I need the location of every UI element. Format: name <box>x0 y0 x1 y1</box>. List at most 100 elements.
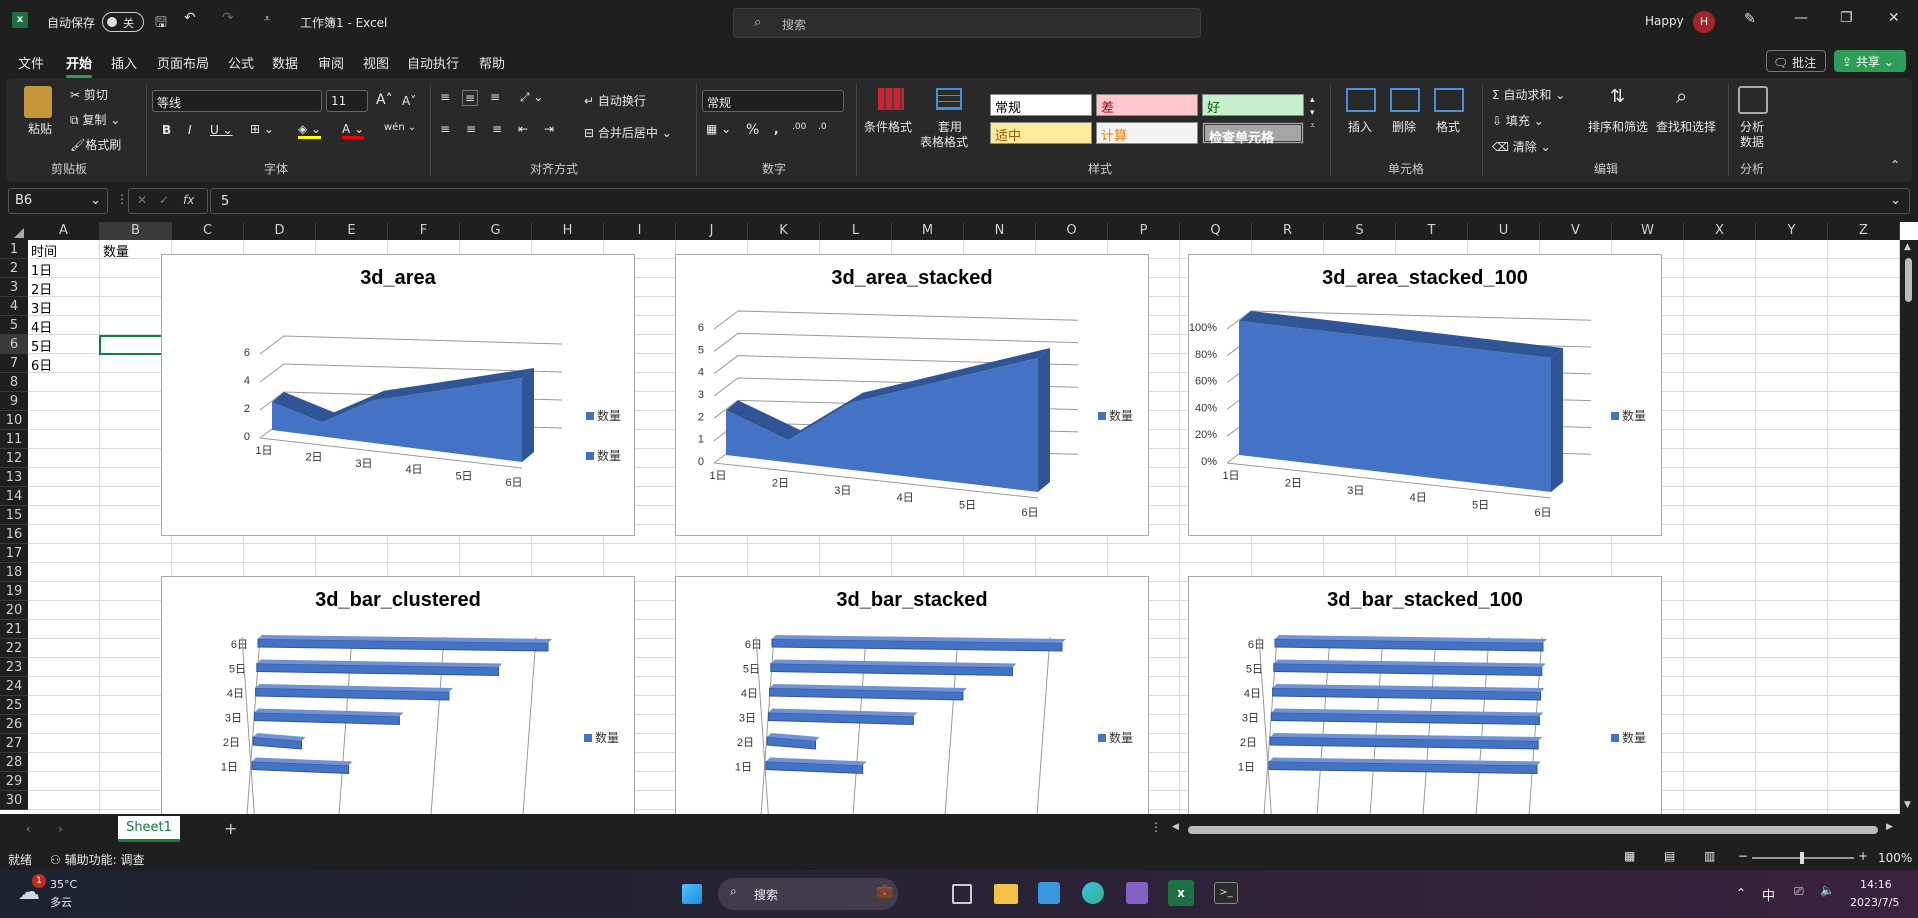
increase-decimal-icon[interactable]: .00 <box>792 122 806 132</box>
cell-A6[interactable]: 5日 <box>31 336 52 355</box>
prev-sheet-icon[interactable]: ‹ <box>26 822 31 836</box>
column-header[interactable]: N <box>964 222 1036 240</box>
menu-review[interactable]: 审阅 <box>318 53 344 72</box>
column-header[interactable]: G <box>460 222 532 240</box>
align-middle-icon[interactable]: ≡ <box>462 90 479 106</box>
share-button[interactable]: ⇪ 共享 ⌄ <box>1834 50 1906 72</box>
column-header[interactable]: F <box>388 222 460 240</box>
increase-indent-icon[interactable]: ⇥ <box>544 122 554 136</box>
zoom-slider[interactable] <box>1752 852 1854 864</box>
style-normal[interactable]: 常规 <box>990 94 1092 116</box>
analyze-data-icon[interactable] <box>1738 86 1768 114</box>
row-header[interactable]: 25 <box>0 696 28 715</box>
decrease-decimal-icon[interactable]: .0 <box>818 122 827 132</box>
row-header[interactable]: 10 <box>0 411 28 430</box>
cell-A4[interactable]: 3日 <box>31 298 52 317</box>
cell-B1[interactable]: 数量 <box>103 241 129 260</box>
row-header[interactable]: 7 <box>0 354 28 373</box>
column-header[interactable]: P <box>1108 222 1180 240</box>
accessibility-status[interactable]: ⚇ 辅助功能: 调查 <box>50 851 144 868</box>
fill-color-icon[interactable]: ◈ ⌄ <box>298 122 322 139</box>
menu-formulas[interactable]: 公式 <box>228 53 254 72</box>
select-all-corner[interactable] <box>0 222 28 240</box>
paste-button[interactable]: 粘贴 <box>28 120 52 137</box>
column-header[interactable]: I <box>604 222 676 240</box>
edge-icon[interactable] <box>1082 882 1104 904</box>
find-select-button[interactable]: 查找和选择 <box>1656 118 1716 135</box>
row-header[interactable]: 1 <box>0 240 28 259</box>
close-icon[interactable]: ✕ <box>1888 10 1900 26</box>
store-icon[interactable] <box>1038 882 1060 904</box>
scroll-left-icon[interactable]: ◀ <box>1172 822 1179 832</box>
chart-3d-bar-clustered[interactable]: 3d_bar_clustered1日2日3日4日5日6日02数量 <box>161 576 635 814</box>
chart-3d-area-stacked[interactable]: 3d_area_stacked 0 1 2 3 4 5 6 1日 2日 3日 4日 5日 6日 数量 <box>675 254 1149 536</box>
row-header[interactable]: 20 <box>0 601 28 620</box>
number-format-select[interactable]: 常规 <box>702 90 844 112</box>
column-header[interactable]: L <box>820 222 892 240</box>
bold-icon[interactable]: B <box>162 123 171 137</box>
undo-icon[interactable]: ↶ <box>184 10 196 26</box>
menu-page-layout[interactable]: 页面布局 <box>157 53 209 72</box>
cell-A1[interactable]: 时间 <box>31 241 57 260</box>
insert-cells-icon[interactable] <box>1346 88 1376 112</box>
format-table-icon[interactable] <box>936 88 962 110</box>
vertical-scrollbar[interactable]: ▲ ▼ <box>1900 240 1918 814</box>
row-header[interactable]: 8 <box>0 373 28 392</box>
avatar[interactable]: H <box>1693 11 1715 33</box>
enter-formula-icon[interactable]: ✓ <box>159 193 169 207</box>
column-header[interactable]: A <box>28 222 100 240</box>
horizontal-scrollbar[interactable] <box>1188 826 1878 834</box>
column-header[interactable]: X <box>1684 222 1756 240</box>
add-sheet-icon[interactable]: + <box>224 819 237 838</box>
chart-3d-area[interactable]: 3d_area 0 2 4 6 1日 2日 3日 4日 5日 6日 数量 数量 <box>161 254 635 536</box>
menu-automate[interactable]: 自动执行 <box>407 53 459 72</box>
terminal-icon[interactable]: >_ <box>1214 882 1238 904</box>
row-header[interactable]: 24 <box>0 677 28 696</box>
column-header[interactable]: O <box>1036 222 1108 240</box>
row-header[interactable]: 11 <box>0 430 28 449</box>
zoom-slider-thumb[interactable] <box>1800 852 1804 864</box>
row-header[interactable]: 26 <box>0 715 28 734</box>
align-center-icon[interactable]: ≡ <box>466 122 476 136</box>
column-header[interactable]: W <box>1612 222 1684 240</box>
excel-taskbar-icon[interactable]: x <box>1168 880 1194 906</box>
redo-icon[interactable]: ↷ <box>222 10 234 26</box>
insert-cells-button[interactable]: 插入 <box>1348 118 1372 135</box>
delete-cells-icon[interactable] <box>1390 88 1420 112</box>
menu-file[interactable]: 文件 <box>18 53 44 72</box>
cell-A7[interactable]: 6日 <box>31 355 52 374</box>
volume-icon[interactable]: 🔈 <box>1820 883 1835 897</box>
collapse-ribbon-icon[interactable]: ⌃ <box>1890 158 1900 172</box>
spreadsheet-grid[interactable]: ABCDEFGHIJKLMNOPQRSTUVWXYZ 1 2 3 4 5 6 7 8 9 10 11… <box>0 222 1918 814</box>
cell-A2[interactable]: 1日 <box>31 260 52 279</box>
row-header[interactable]: 27 <box>0 734 28 753</box>
find-select-icon[interactable]: ⌕ <box>1676 84 1687 108</box>
paste-icon[interactable] <box>24 86 52 118</box>
row-header[interactable]: 14 <box>0 487 28 506</box>
start-icon[interactable] <box>682 884 702 904</box>
percent-icon[interactable]: % <box>746 122 759 138</box>
format-painter-button[interactable]: 🖌格式刷 <box>70 136 121 153</box>
autosum-button[interactable]: Σ 自动求和 ⌄ <box>1492 86 1565 103</box>
clock-time[interactable]: 14:16 <box>1860 878 1892 891</box>
zoom-level[interactable]: 100% <box>1878 851 1912 865</box>
clear-button[interactable]: ⌫ 清除 ⌄ <box>1492 138 1551 155</box>
align-right-icon[interactable]: ≡ <box>492 122 502 136</box>
chart-3d-bar-stacked[interactable]: 3d_bar_stacked1日2日3日4日5日6日02数量 <box>675 576 1149 814</box>
conditional-format-button[interactable]: 条件格式 <box>864 118 912 135</box>
row-header[interactable]: 12 <box>0 449 28 468</box>
column-header[interactable]: Y <box>1756 222 1828 240</box>
menu-home[interactable]: 开始 <box>66 53 93 78</box>
chart-3d-bar-stacked-100[interactable]: 3d_bar_stacked_1001日2日3日4日5日6日0%20%40%数量 <box>1188 576 1662 814</box>
style-bad[interactable]: 差 <box>1096 94 1198 116</box>
sheet-options-icon[interactable]: ⋮ <box>1150 820 1162 834</box>
row-header[interactable]: 28 <box>0 753 28 772</box>
row-header[interactable]: 15 <box>0 506 28 525</box>
column-header[interactable]: C <box>172 222 244 240</box>
merge-center-button[interactable]: ⊟ 合并后居中 ⌄ <box>584 124 672 141</box>
column-header[interactable]: T <box>1396 222 1468 240</box>
accounting-icon[interactable]: ▦ ⌄ <box>706 122 731 136</box>
format-table-button-line2[interactable]: 表格格式 <box>920 133 968 150</box>
format-cells-icon[interactable] <box>1434 88 1464 112</box>
file-explorer-icon[interactable] <box>994 884 1018 904</box>
